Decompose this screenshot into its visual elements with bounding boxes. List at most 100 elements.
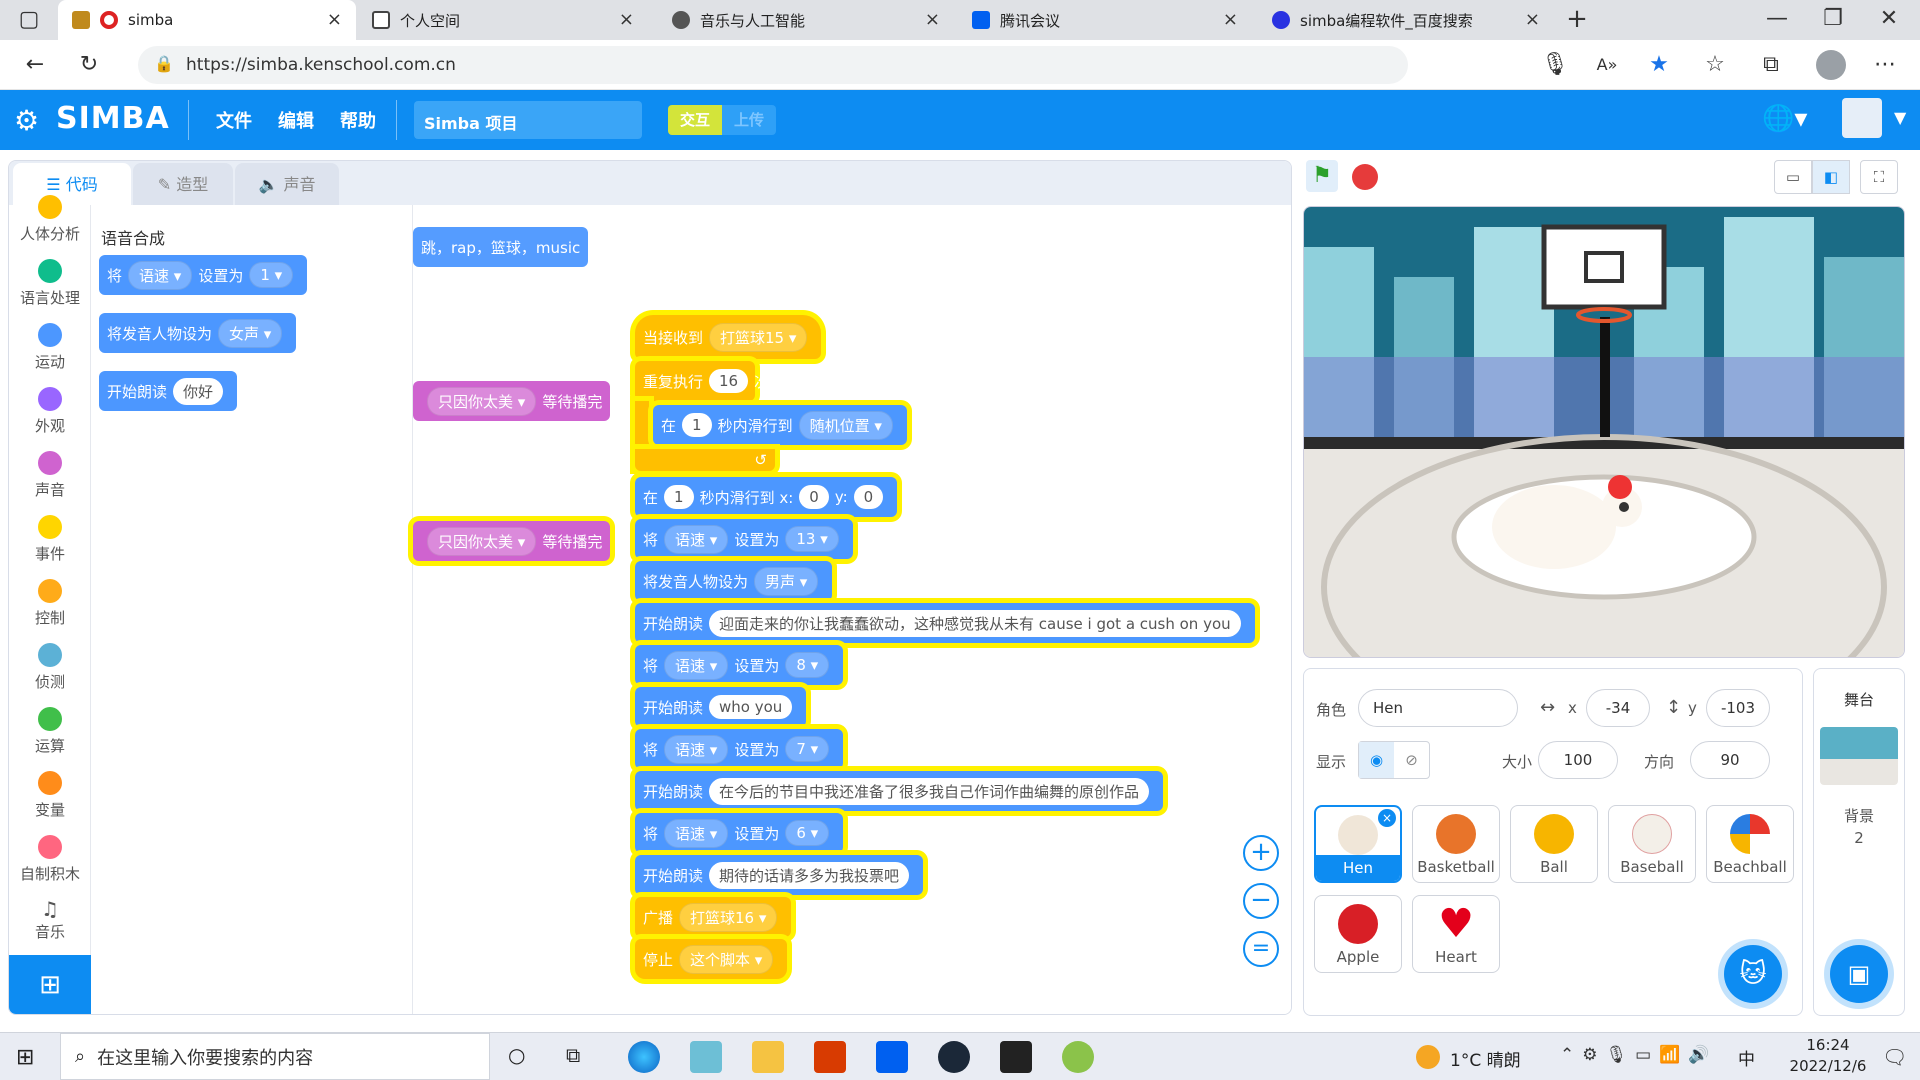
palette-set-speed-block[interactable]: 将 语速 ▾ 设置为 1 ▾ [99,255,308,295]
speak-text-input[interactable]: 你好 [173,377,224,405]
back-icon[interactable]: ← [20,50,50,80]
ghost-play-sound-block-2[interactable]: 只因你太美 ▾ 等待播完 [413,521,611,561]
repeat-block[interactable]: 重复执行 16 次 [635,361,769,401]
palette-speak-block[interactable]: 开始朗读 你好 [99,371,238,411]
glide-seconds-input[interactable]: 1 [664,485,694,509]
system-tray-icons[interactable]: ⌃⚙🎙▭📶🔊 [1560,1045,1717,1065]
speed-param-dropdown[interactable]: 语速 ▾ [664,818,729,848]
speed-value-dropdown[interactable]: 6 ▾ [785,820,830,846]
speed-value-dropdown[interactable]: 7 ▾ [785,736,830,762]
speak-text-input[interactable]: who you [709,695,793,719]
task-view-icon[interactable]: ⧉ [566,1043,580,1067]
set-speed-block-1[interactable]: 将 语速 ▾ 设置为 13 ▾ [635,519,853,559]
user-avatar[interactable] [1842,98,1882,138]
eye-icon[interactable]: ◉ [1359,742,1394,778]
browser-tab-baidu[interactable]: simba编程软件_百度搜索 × [1258,0,1554,40]
ghost-speak-block[interactable]: 跳，rap，篮球，music [413,227,589,267]
script-area[interactable]: 跳，rap，篮球，music 只因你太美 ▾ 等待播完 只因你太美 ▾ 等待播完 当… [413,205,1291,1014]
browser-tab-tencent-meeting[interactable]: 腾讯会议 × [958,0,1252,40]
category-variables[interactable]: 变量 [9,771,91,820]
glide-target-dropdown[interactable]: 随机位置 ▾ [798,410,893,440]
speak-block-4[interactable]: 开始朗读 期待的话请多多为我投票吧 [635,855,924,895]
edge-browser-icon[interactable] [628,1041,660,1073]
speed-value-dropdown[interactable]: 1 ▾ [249,262,294,288]
stop-sign-icon[interactable] [1352,164,1378,190]
minimize-icon[interactable]: — [1762,4,1792,34]
profile-avatar[interactable] [1816,50,1846,80]
menu-help[interactable]: 帮助 [340,107,376,133]
broadcast-block[interactable]: 广播 打篮球16 ▾ [635,897,792,937]
category-operators[interactable]: 运算 [9,707,91,756]
steam-icon[interactable] [938,1041,970,1073]
cortana-icon[interactable]: ○ [508,1043,525,1067]
menu-edit[interactable]: 编辑 [278,107,314,133]
sprite-tile-apple[interactable]: Apple [1314,895,1402,973]
sprite-tile-beachball[interactable]: Beachball [1706,805,1794,883]
category-music[interactable]: ♫ 音乐 [9,897,91,942]
category-motion[interactable]: 运动 [9,323,91,372]
glide-random-block[interactable]: 在 1 秒内滑行到 随机位置 ▾ [653,405,907,445]
x-input[interactable]: -34 [1586,689,1650,727]
close-tab-icon[interactable]: × [327,9,342,30]
notification-icon[interactable]: 🗨 [1882,1045,1907,1069]
speed-param-dropdown[interactable]: 语速 ▾ [664,524,729,554]
tab-costume[interactable]: ✎ 造型 [133,163,233,207]
speak-block-3[interactable]: 开始朗读 在今后的节目中我还准备了很多我自己作词作曲编舞的原创作品 [635,771,1164,811]
speak-text-input[interactable]: 在今后的节目中我还准备了很多我自己作词作曲编舞的原创作品 [709,777,1150,805]
speed-value-dropdown[interactable]: 13 ▾ [785,526,839,552]
windows-start-icon[interactable]: ⊞ [16,1045,34,1070]
set-voice-block[interactable]: 将发音人物设为 男声 ▾ [635,561,833,601]
url-field[interactable]: 🔒 https://simba.kenschool.com.cn [138,46,1408,84]
zoom-out-icon[interactable]: − [1243,883,1279,919]
clock-date[interactable]: 2022/12/6 [1780,1057,1876,1075]
restore-icon[interactable]: ❐ [1818,4,1848,34]
app-icon-3[interactable] [1062,1041,1094,1073]
close-window-icon[interactable]: ✕ [1874,4,1904,34]
close-tab-icon[interactable]: × [925,9,940,30]
stage-thumbnail[interactable] [1820,727,1898,785]
glide-xy-block[interactable]: 在 1 秒内滑行到 x: 0 y: 0 [635,477,898,517]
browser-tab-simba[interactable]: simba × [58,0,356,40]
favorite-star-icon[interactable]: ★ [1644,50,1674,80]
sprite-tile-ball[interactable]: Ball [1510,805,1598,883]
menu-file[interactable]: 文件 [216,107,252,133]
y-input[interactable]: -103 [1706,689,1770,727]
speed-param-dropdown[interactable]: 语速 ▾ [664,734,729,764]
glide-y-input[interactable]: 0 [853,485,884,509]
tab-sound[interactable]: 🔈 声音 [235,163,339,207]
clock-time[interactable]: 16:24 [1780,1036,1876,1054]
app-icon[interactable] [690,1041,722,1073]
add-extension-button[interactable]: ⊞ [9,955,91,1014]
voice-dropdown[interactable]: 男声 ▾ [754,566,819,596]
large-stage-icon[interactable]: ◧ [1812,160,1850,194]
when-receive-hat-block[interactable]: 当接收到 打篮球15 ▾ [635,315,822,359]
palette-set-voice-block[interactable]: 将发音人物设为 女声 ▾ [99,313,297,353]
close-tab-icon[interactable]: × [1223,9,1238,30]
category-language[interactable]: 语言处理 [9,259,91,308]
set-speed-block-3[interactable]: 将 语速 ▾ 设置为 7 ▾ [635,729,844,769]
category-control[interactable]: 控制 [9,579,91,628]
category-body-analysis[interactable]: 人体分析 [9,195,91,244]
category-sound[interactable]: 声音 [9,451,91,500]
category-sensing[interactable]: 侦测 [9,643,91,692]
app-icon-2[interactable] [1000,1041,1032,1073]
refresh-icon[interactable]: ↻ [74,50,104,80]
voice-dropdown[interactable]: 女声 ▾ [218,318,283,348]
add-sprite-button[interactable]: 🐱 [1724,945,1782,1003]
speed-param-dropdown[interactable]: 语速 ▾ [128,260,193,290]
favorites-icon[interactable]: ☆ [1700,50,1730,80]
category-my-blocks[interactable]: 自制积木 [9,835,91,884]
stop-dropdown[interactable]: 这个脚本 ▾ [679,944,774,974]
tencent-meeting-icon[interactable] [876,1041,908,1073]
category-events[interactable]: 事件 [9,515,91,564]
speak-block-1[interactable]: 开始朗读 迎面走来的你让我蠢蠢欲动，这种感觉我从未有 cause i got a… [635,603,1255,643]
sprite-tile-basketball[interactable]: Basketball [1412,805,1500,883]
collections-icon[interactable]: ⧉ [1756,50,1786,80]
close-tab-icon[interactable]: × [619,9,634,30]
weather-text[interactable]: 1°C 晴朗 [1450,1046,1521,1071]
broadcast-message-dropdown[interactable]: 打篮球16 ▾ [679,902,778,932]
sprite-tile-hen[interactable]: Hen × [1314,805,1402,883]
tab-actions-icon[interactable]: ▢ [14,5,44,35]
microphone-icon[interactable]: 🎙 [1540,50,1570,80]
category-looks[interactable]: 外观 [9,387,91,436]
